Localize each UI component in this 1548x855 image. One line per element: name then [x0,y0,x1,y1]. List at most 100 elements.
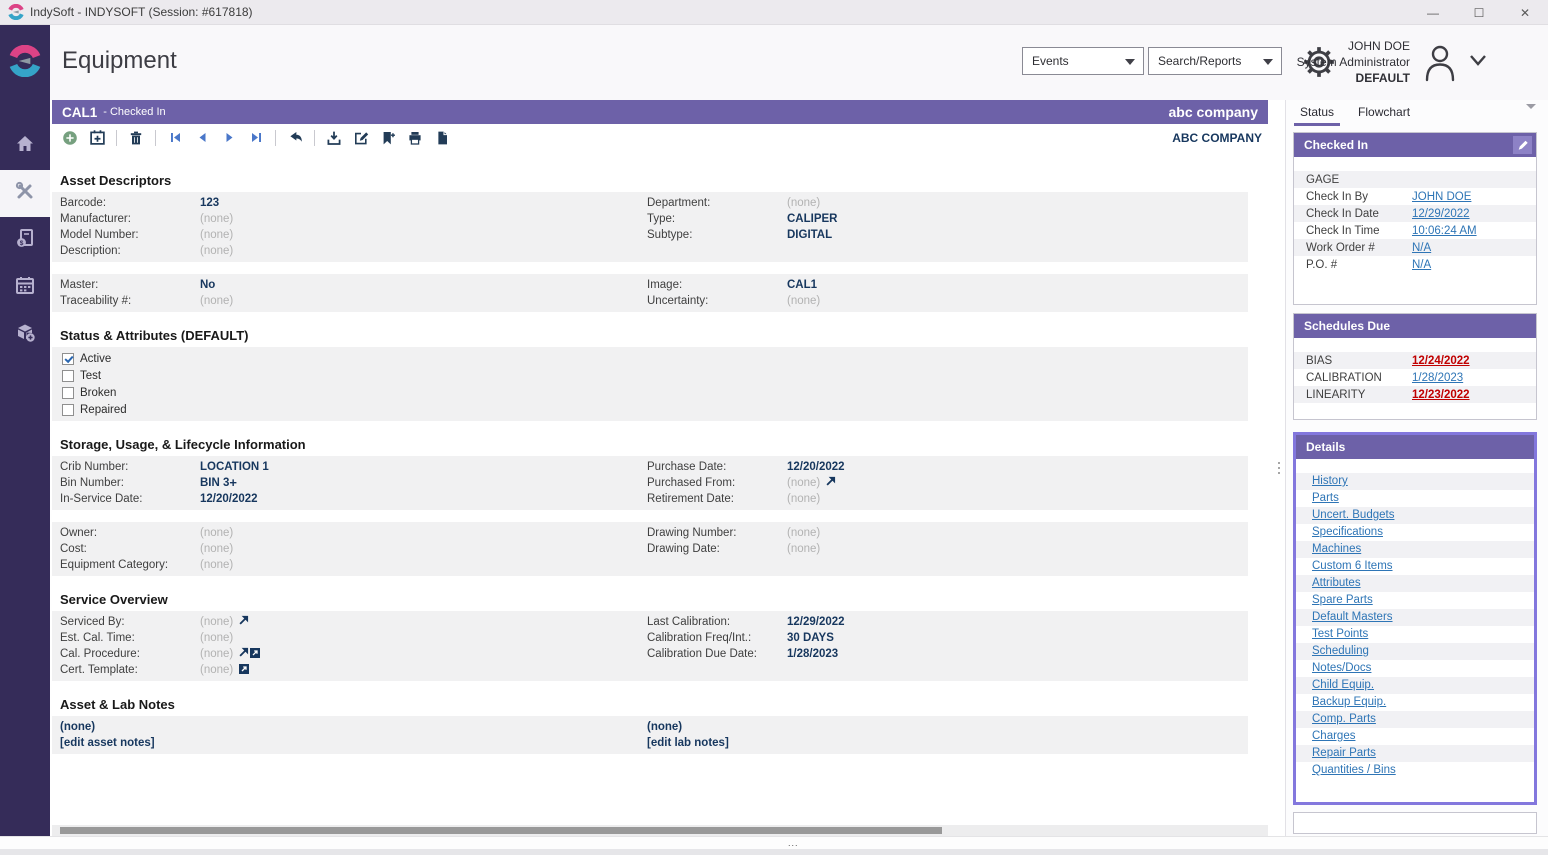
next-record-icon[interactable] [219,128,239,148]
asset-lab-notes-group: (none) [edit asset notes] (none) [edit l… [52,716,1248,754]
checkbox-row-repaired[interactable]: Repaired [52,401,1248,418]
panel-splitter-handle[interactable] [1276,455,1282,481]
check-in-by-link[interactable]: JOHN DOE [1412,191,1471,203]
undo-icon[interactable] [285,128,305,148]
asset-status: - Checked In [103,106,165,118]
popout-icon[interactable] [825,476,836,490]
checkbox-repaired[interactable] [62,404,74,416]
document-icon[interactable] [432,128,452,148]
details-link-scheduling[interactable]: Scheduling [1296,643,1534,660]
popout-icon[interactable] [238,615,249,629]
checkbox-row-broken[interactable]: Broken [52,384,1248,401]
field-value: (none) [200,664,233,676]
details-link-custom-6-items[interactable]: Custom 6 Items [1296,558,1534,575]
section-title-status-attributes: Status & Attributes (DEFAULT) [52,328,1268,343]
details-link-spare-parts[interactable]: Spare Parts [1296,592,1534,609]
sidebar-item-calendar[interactable] [0,264,50,311]
check-in-time-link[interactable]: 10:06:24 AM [1412,225,1477,237]
last-record-icon[interactable] [246,128,266,148]
work-order-link[interactable]: N/A [1412,242,1431,254]
import-icon[interactable] [324,128,344,148]
details-link-default-masters[interactable]: Default Masters [1296,609,1534,626]
add-record-icon[interactable] [60,128,80,148]
checkbox-active[interactable] [62,353,74,365]
open-window-icon[interactable] [249,647,261,662]
details-link-test-points[interactable]: Test Points [1296,626,1534,643]
details-link-history[interactable]: History [1296,473,1534,490]
user-menu-chevron-icon[interactable] [1468,53,1488,72]
scrollbar-thumb[interactable] [60,827,942,834]
details-link-quantities-bins[interactable]: Quantities / Bins [1296,762,1534,779]
details-link-backup-equip[interactable]: Backup Equip. [1296,694,1534,711]
checkbox-test[interactable] [62,370,74,382]
first-record-icon[interactable] [165,128,185,148]
checkbox-label: Repaired [80,404,127,416]
user-info[interactable]: JOHN DOE System Administrator DEFAULT [1297,38,1410,86]
field-row: Cert. Template:(none) [60,662,647,678]
search-reports-dropdown[interactable]: Search/Reports [1148,47,1282,75]
details-link-notes-docs[interactable]: Notes/Docs [1296,660,1534,677]
details-link-uncert-budgets[interactable]: Uncert. Budgets [1296,507,1534,524]
checkbox-row-test[interactable]: Test [52,367,1248,384]
tab-status[interactable]: Status [1294,102,1340,126]
field-row: Description:(none) [60,243,647,259]
chevron-down-icon [1125,59,1135,65]
field-row: Model Number:(none) [60,227,647,243]
sidebar-item-home[interactable] [0,123,50,170]
minimize-button[interactable]: — [1410,0,1456,25]
sidebar-item-assets[interactable] [0,311,50,358]
maximize-button[interactable]: ☐ [1456,0,1502,25]
field-row: Crib Number:LOCATION 1 [60,459,647,475]
check-in-date-link[interactable]: 12/29/2022 [1412,208,1470,220]
previous-record-icon[interactable] [192,128,212,148]
pencil-icon[interactable] [1513,136,1532,154]
field-row: Purchased From:(none) [647,475,1207,491]
sidebar-item-equipment[interactable] [0,170,50,217]
details-link-attributes[interactable]: Attributes [1296,575,1534,592]
po-number-link[interactable]: N/A [1412,259,1431,271]
field-value: (none) [200,616,233,628]
field-value: 12/20/2022 [787,461,845,473]
schedule-date-link[interactable]: 12/23/2022 [1412,389,1470,401]
field-row: Est. Cal. Time:(none) [60,630,647,646]
avatar-icon[interactable] [1420,40,1460,89]
field-row: Retirement Date:(none) [647,491,1207,507]
checkbox-broken[interactable] [62,387,74,399]
details-link-comp-parts[interactable]: Comp. Parts [1296,711,1534,728]
details-link-parts[interactable]: Parts [1296,490,1534,507]
close-button[interactable]: ✕ [1502,0,1548,25]
edit-asset-notes-link[interactable]: [edit asset notes] [60,735,647,751]
tab-flowchart[interactable]: Flowchart [1352,102,1416,126]
field-row: Manufacturer:(none) [60,211,647,227]
details-link-repair-parts[interactable]: Repair Parts [1296,745,1534,762]
field-value: 12/29/2022 [787,616,845,628]
schedule-date-link[interactable]: 12/24/2022 [1412,355,1470,367]
checkbox-label: Test [80,370,101,382]
print-icon[interactable] [405,128,425,148]
panel-chevron-down-icon[interactable] [1526,104,1536,109]
field-value: DIGITAL [787,229,832,241]
calendar-add-icon[interactable] [87,128,107,148]
edit-icon[interactable] [351,128,371,148]
details-link-child-equip[interactable]: Child Equip. [1296,677,1534,694]
events-dropdown[interactable]: Events [1022,47,1144,75]
open-window-icon[interactable] [238,663,250,678]
toolbar-separator [275,130,276,146]
field-value: (none) [200,543,233,555]
horizontal-scrollbar[interactable] [52,825,1268,836]
add-bin-icon[interactable]: + [229,478,237,488]
popout-icon[interactable] [238,647,249,661]
checkbox-row-active[interactable]: Active [52,350,1248,367]
resize-grip[interactable]: ... [788,838,799,848]
taskbar-sliver [0,849,1548,855]
bookmark-add-icon[interactable] [378,128,398,148]
edit-lab-notes-link[interactable]: [edit lab notes] [647,735,1207,751]
details-link-specifications[interactable]: Specifications [1296,524,1534,541]
field-row: Serviced By:(none) [60,614,647,630]
delete-icon[interactable] [126,128,146,148]
details-link-charges[interactable]: Charges [1296,728,1534,745]
details-link-machines[interactable]: Machines [1296,541,1534,558]
checkbox-label: Active [80,353,111,365]
sidebar-item-billing[interactable]: $ [0,217,50,264]
schedule-date-link[interactable]: 1/28/2023 [1412,372,1463,384]
